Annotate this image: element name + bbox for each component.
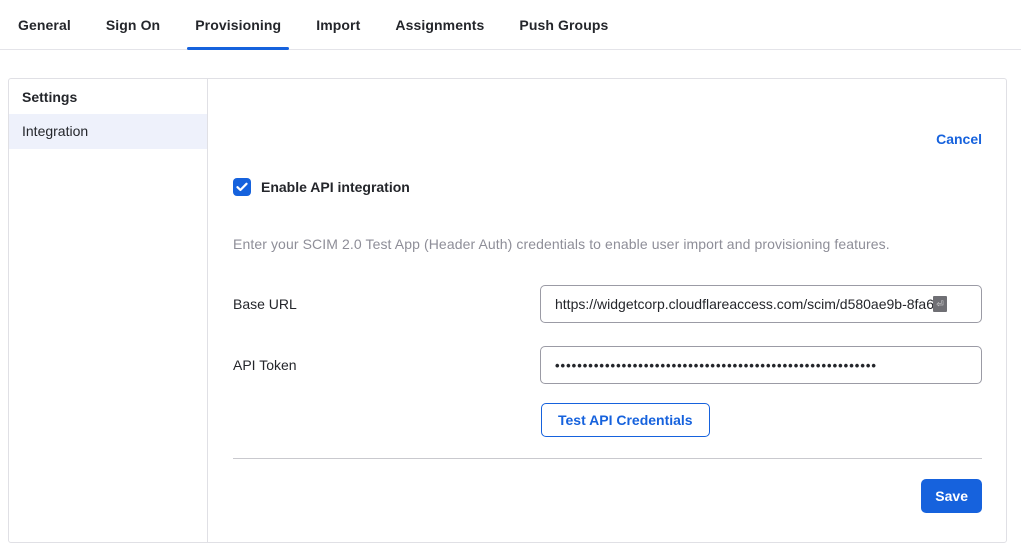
sidebar-header: Settings [9, 79, 207, 114]
api-token-row: API Token ••••••••••••••••••••••••••••••… [233, 346, 982, 384]
test-credentials-row: Test API Credentials [233, 403, 982, 437]
provisioning-page: General Sign On Provisioning Import Assi… [0, 0, 1021, 553]
cancel-row: Cancel [233, 131, 982, 149]
content-panel: Settings Integration Cancel Enable API i… [8, 78, 1007, 543]
api-token-masked-value: ••••••••••••••••••••••••••••••••••••••••… [555, 358, 877, 373]
enable-api-checkbox[interactable] [233, 178, 251, 196]
save-button[interactable]: Save [921, 479, 982, 513]
checkmark-icon [236, 182, 248, 192]
enable-api-row: Enable API integration [233, 178, 982, 196]
base-url-input[interactable]: https://widgetcorp.cloudflareaccess.com/… [540, 285, 982, 323]
sidebar-item-integration[interactable]: Integration [9, 114, 207, 149]
api-token-input[interactable]: ••••••••••••••••••••••••••••••••••••••••… [540, 346, 982, 384]
app-tab-bar: General Sign On Provisioning Import Assi… [0, 0, 1021, 50]
tab-import[interactable]: Import [308, 0, 368, 49]
test-api-credentials-button[interactable]: Test API Credentials [541, 403, 710, 437]
base-url-label: Base URL [233, 296, 297, 312]
text-overflow-marker-icon: ⏎ [933, 296, 947, 312]
cancel-button[interactable]: Cancel [936, 131, 982, 147]
save-row: Save [233, 479, 982, 513]
tab-assignments[interactable]: Assignments [387, 0, 492, 49]
tab-general[interactable]: General [10, 0, 79, 49]
form-divider [233, 458, 982, 459]
settings-sidebar: Settings Integration [9, 79, 208, 542]
credentials-description: Enter your SCIM 2.0 Test App (Header Aut… [233, 236, 982, 252]
base-url-value: https://widgetcorp.cloudflareaccess.com/… [555, 296, 934, 312]
enable-api-label: Enable API integration [261, 179, 410, 195]
integration-form: Cancel Enable API integration Enter your… [208, 79, 1006, 542]
tab-sign-on[interactable]: Sign On [98, 0, 168, 49]
base-url-row: Base URL https://widgetcorp.cloudflareac… [233, 285, 982, 323]
api-token-label: API Token [233, 357, 297, 373]
tab-provisioning[interactable]: Provisioning [187, 0, 289, 49]
tab-push-groups[interactable]: Push Groups [511, 0, 616, 49]
